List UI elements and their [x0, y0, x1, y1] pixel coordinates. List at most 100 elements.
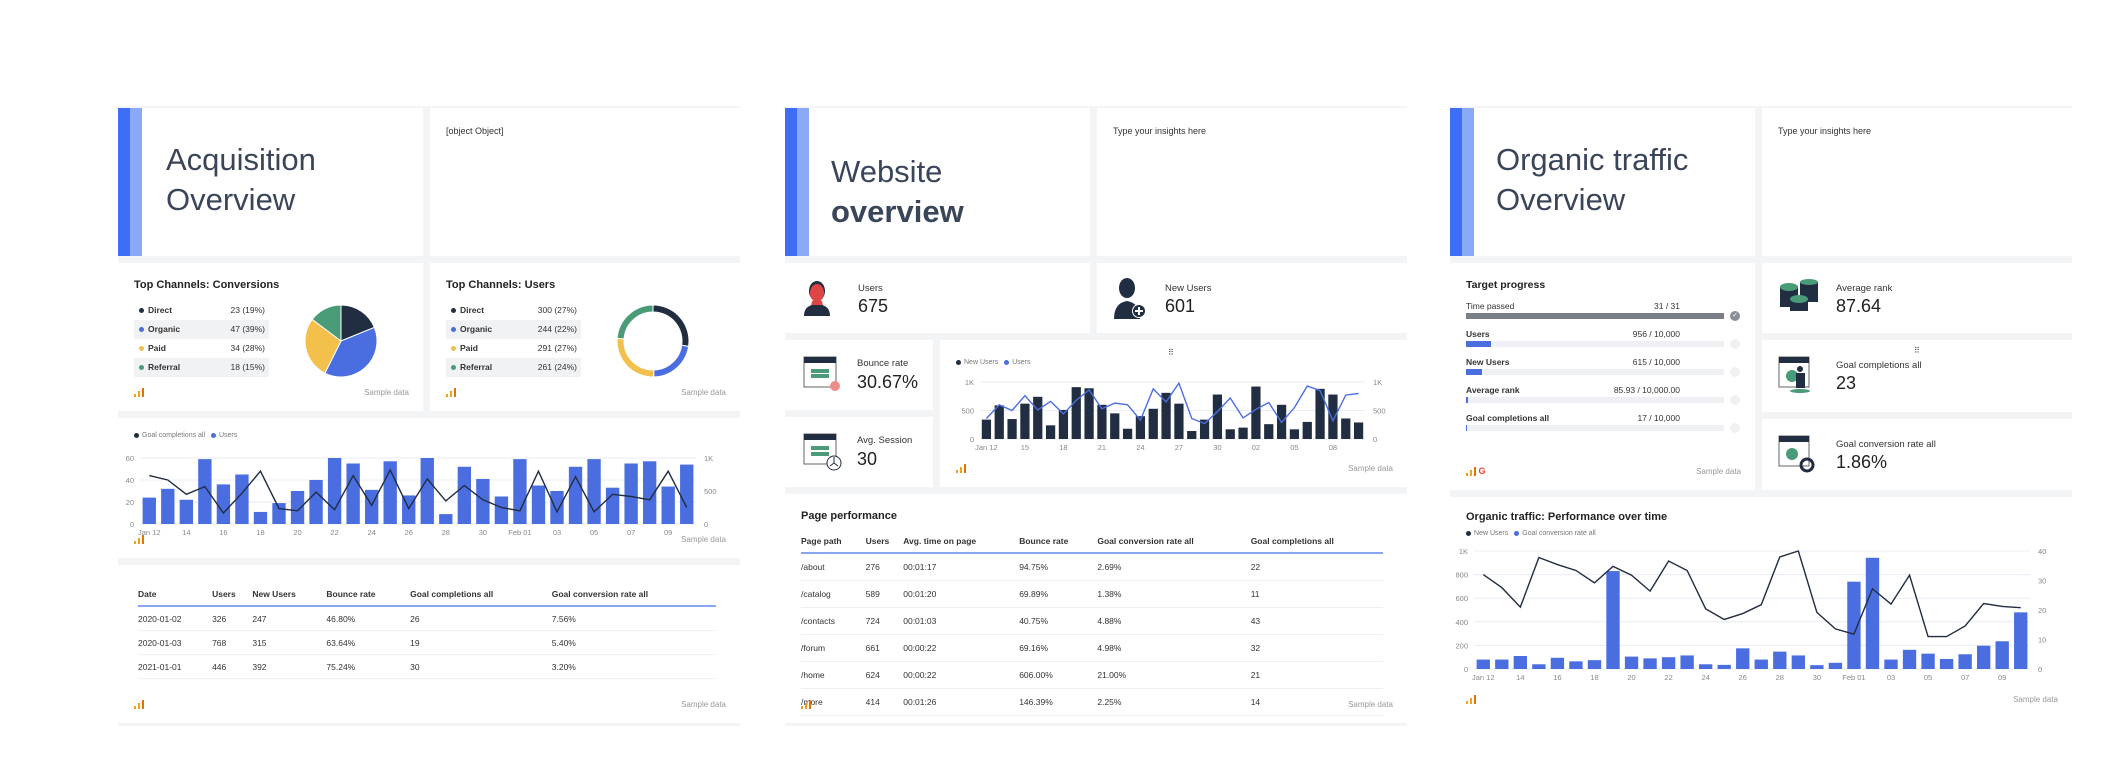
y-tick-left: 0 [970, 435, 974, 444]
table-row: /more 414 00:01:26 146.39% 2.25% 14 [801, 688, 1383, 716]
pie-slice-direct [652, 304, 690, 347]
bar [1754, 659, 1768, 669]
channel-value: 34 (28%) [230, 343, 266, 353]
y-tick-right: 0 [704, 520, 708, 529]
progress-bar [1466, 341, 1724, 347]
table-cell: 606.00% [1019, 661, 1098, 689]
column-header[interactable]: Page path [801, 536, 866, 554]
table-cell: 22 [1250, 553, 1383, 581]
table-cell: 11 [1250, 580, 1383, 608]
column-header[interactable]: Bounce rate [1019, 536, 1098, 554]
table-cell: 40.75% [1019, 607, 1098, 635]
table-row: /home 624 00:00:22 606.00% 21.00% 21 [801, 661, 1383, 689]
bar [2014, 612, 2028, 669]
column-header[interactable]: Date [138, 589, 213, 607]
progress-label: New Users [1466, 357, 1510, 367]
title-line1: Organic traffic [1496, 142, 1689, 177]
add-user-icon [1114, 278, 1146, 319]
website-dashboard: Website overview Type your insights here… [785, 106, 1407, 726]
organic-dashboard: Organic traffic Overview Type your insig… [1450, 106, 2072, 726]
kpi-value: 1.86% [1836, 452, 1888, 472]
website-combo-chart: 0 500 1K 0 500 1K Jan 12 15 18 21 24 27 30 02 05 08 [961, 378, 1386, 452]
organic-performance-card: Organic traffic: Performance over time N… [1450, 497, 2072, 726]
analytics-icon [956, 464, 966, 473]
bar [1187, 431, 1197, 439]
bar [550, 491, 564, 524]
bar [1174, 403, 1184, 439]
progress-label: Goal completions all [1466, 413, 1550, 423]
table-cell: /contacts [801, 607, 866, 635]
column-header[interactable]: Goal completions all [410, 589, 552, 607]
average-rank-kpi-card: Average rank 87.64 [1762, 263, 2072, 333]
table-cell: 21.00% [1097, 661, 1251, 689]
column-header[interactable]: Users [865, 536, 904, 554]
insights-note-card[interactable]: [object Object] [430, 108, 740, 256]
goal-completions-kpi-card: ⠿ Goal completions all 23 [1762, 340, 2072, 412]
bar [1476, 659, 1490, 669]
table-cell: 446 [212, 654, 253, 679]
bar [981, 419, 992, 439]
bar [327, 458, 342, 524]
pie-slice-referral [616, 304, 654, 340]
channel-value: 18 (15%) [230, 362, 266, 372]
y-tick-right: 30 [2038, 577, 2046, 586]
y-tick-right: 0 [2038, 665, 2042, 674]
bar [1264, 424, 1274, 439]
insights-text[interactable]: Type your insights here [1113, 126, 1206, 136]
table-cell: 589 [865, 580, 904, 608]
bar [179, 499, 194, 524]
x-tick: 08 [1329, 443, 1337, 452]
column-header[interactable]: New Users [252, 589, 327, 607]
progress-label: Users [1466, 329, 1490, 339]
kpi-value: 675 [858, 296, 889, 316]
insights-text[interactable]: Type your insights here [1778, 126, 1871, 136]
organic-combo-chart: 0 200 400 600 800 1K 0 10 20 30 40 Jan 12 14 16 18 20 22… [1455, 547, 2046, 682]
y-tick-right: 1K [1373, 378, 1382, 387]
insights-note-card[interactable]: Type your insights here [1762, 108, 2072, 256]
table-cell: 32 [1250, 634, 1383, 662]
drag-handle[interactable]: ⠿ [1168, 348, 1174, 357]
kpi-label: Average rank [1836, 283, 1893, 294]
column-header[interactable]: Avg. time on page [903, 536, 1020, 554]
insights-text[interactable]: [object Object] [446, 126, 504, 136]
goal-refresh-icon [1778, 435, 1815, 473]
y-tick-left: 800 [1455, 571, 1468, 580]
kpi-label: Avg. Session [857, 435, 913, 446]
organic-performance-title: Organic traffic: Performance over time [1466, 511, 1668, 523]
bar [457, 466, 472, 524]
kpi-value: 23 [1836, 373, 1857, 393]
table-cell: 00:00:22 [903, 634, 1020, 662]
title-line1: Acquisition [166, 142, 316, 177]
table-cell: 326 [212, 606, 253, 631]
kpi-value: 30 [857, 449, 878, 469]
bar [624, 463, 638, 524]
y-tick-left: 0 [1464, 665, 1468, 674]
table-cell: 43 [1250, 607, 1383, 635]
chart-legend: New Users Users [956, 359, 1030, 366]
bar [346, 463, 360, 524]
y-tick-right: 500 [1373, 407, 1386, 416]
bar [1161, 392, 1171, 439]
legend-dot [139, 308, 144, 313]
table-cell: 5.40% [551, 630, 716, 655]
column-header[interactable]: Users [212, 589, 253, 607]
table-cell: 63.64% [326, 630, 411, 655]
table-cell: 661 [865, 634, 904, 662]
column-header[interactable]: Bounce rate [326, 589, 411, 607]
y-tick-right: 0 [1373, 435, 1377, 444]
column-header[interactable]: Goal completions all [1250, 536, 1383, 554]
status-circle-icon [1730, 395, 1740, 405]
insights-note-card[interactable]: Type your insights here [1097, 108, 1407, 256]
conversions-title: Top Channels: Conversions [134, 279, 280, 291]
status-circle-icon [1730, 423, 1740, 433]
column-header[interactable]: Goal conversion rate all [551, 589, 716, 607]
browser-clock-icon [803, 433, 842, 471]
bar [216, 484, 231, 524]
bar [1289, 429, 1300, 439]
drag-handle[interactable]: ⠿ [1914, 346, 1920, 355]
table-header-row: Date Users New Users Bounce rate Goal comple… [138, 589, 716, 607]
channel-row: Referral 261 (24%) [446, 358, 581, 377]
column-header[interactable]: Goal conversion rate all [1097, 536, 1251, 554]
table-cell: /catalog [801, 580, 866, 608]
table-cell: /forum [801, 634, 866, 662]
